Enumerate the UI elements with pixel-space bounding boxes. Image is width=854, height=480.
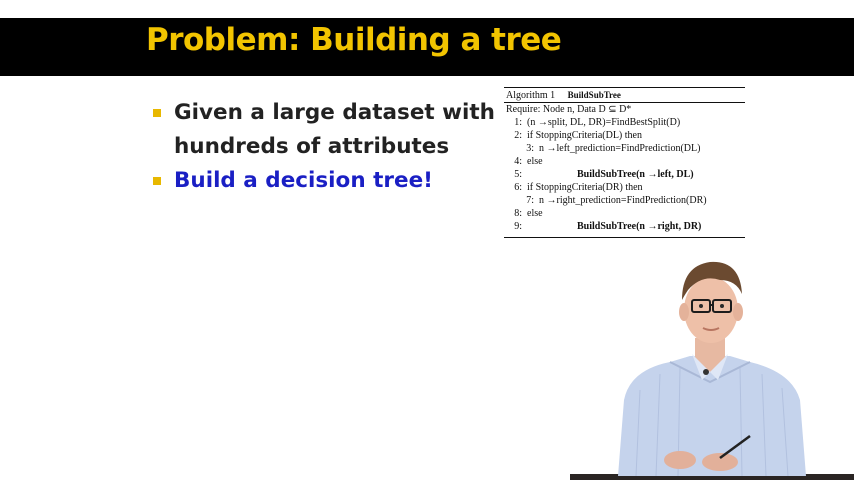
algorithm-top-rule <box>504 87 745 88</box>
algorithm-line-1: 1: (n →split, DL, DR)=FindBestSplit(D) <box>514 117 681 128</box>
algorithm-line-6: 6: if StoppingCriteria(DR) then <box>514 182 643 193</box>
algorithm-line-2: 2: if StoppingCriteria(DL) then <box>514 130 642 141</box>
algorithm-header: Algorithm 1 BuildSubTree <box>506 90 621 101</box>
bullet-text-line2: hundreds of attributes <box>174 134 450 159</box>
algorithm-bottom-rule <box>504 237 745 238</box>
bullet-marker-icon <box>153 109 161 117</box>
algorithm-line-9: 9: BuildSubTree(n →right, DR) <box>514 221 702 232</box>
bullet-text-build-tree: Build a decision tree! <box>174 168 433 193</box>
bullet-item-dataset: Given a large dataset with hundreds of a… <box>151 96 495 164</box>
algorithm-line-4: 4: else <box>514 156 543 167</box>
algorithm-line-8: 8: else <box>514 208 543 219</box>
title-bar: Problem: Building a tree <box>0 18 854 76</box>
presenter-video <box>570 261 854 480</box>
algorithm-require: Require: Node n, Data D ⊆ D* <box>506 104 632 115</box>
algorithm-line-3: 3: n →left_prediction=FindPrediction(DL) <box>526 143 701 154</box>
algorithm-line-7: 7: n →right_prediction=FindPrediction(DR) <box>526 195 707 206</box>
algorithm-box: Algorithm 1 BuildSubTree Require: Node n… <box>504 87 745 238</box>
algorithm-label: Algorithm 1 <box>506 90 556 101</box>
bullet-text-line1: Given a large dataset with <box>174 100 495 125</box>
algorithm-line-5: 5: BuildSubTree(n →left, DL) <box>514 169 694 180</box>
algorithm-header-rule <box>504 102 745 103</box>
algorithm-name: BuildSubTree <box>567 90 621 100</box>
bullet-list: Given a large dataset with hundreds of a… <box>151 96 495 198</box>
bullet-item-build-tree: Build a decision tree! <box>151 164 495 198</box>
bullet-marker-icon <box>153 177 161 185</box>
slide-title: Problem: Building a tree <box>146 22 562 58</box>
